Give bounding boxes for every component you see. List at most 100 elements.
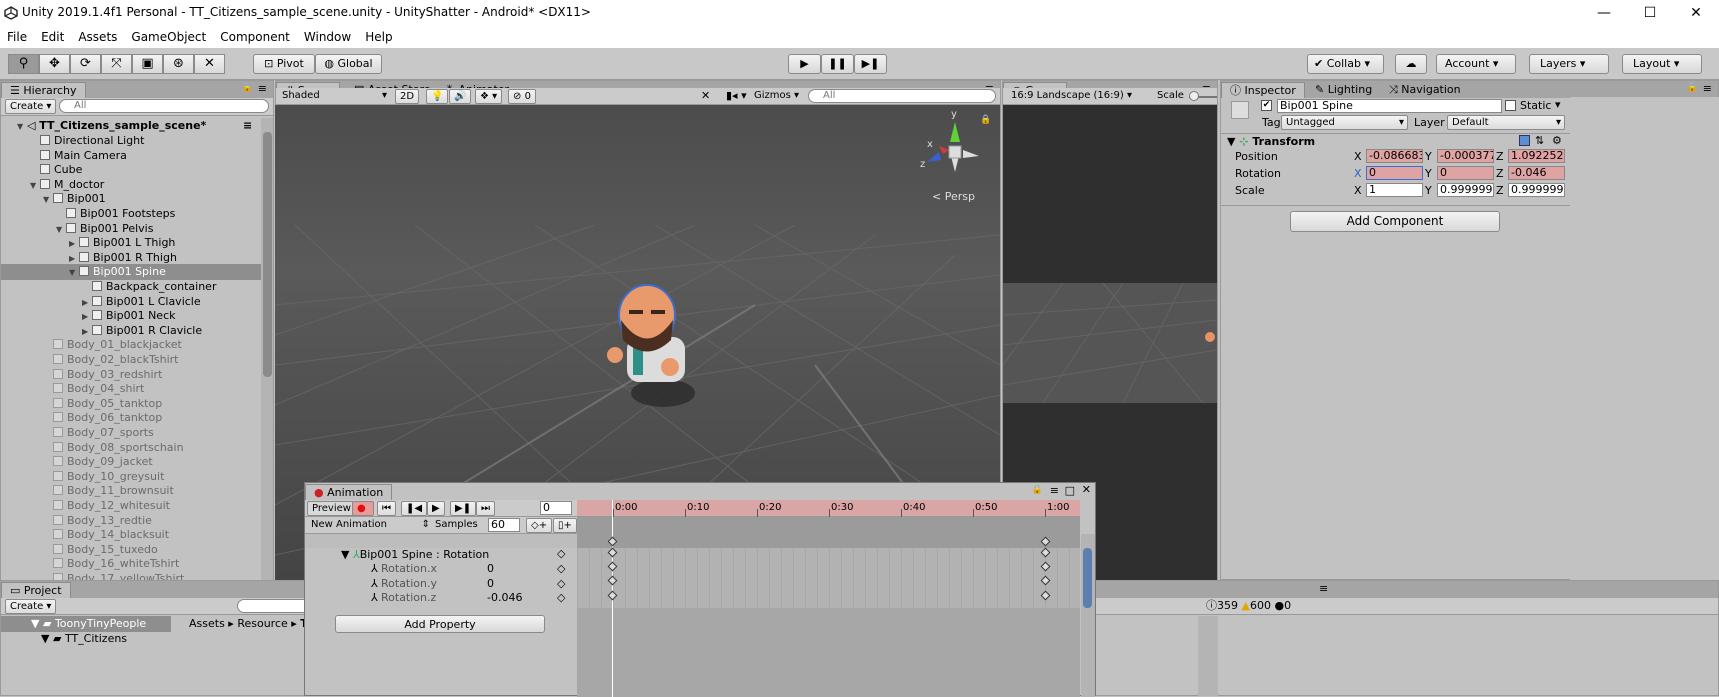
help-book-icon[interactable] [1519,135,1530,146]
close-button[interactable]: ✕ [1673,0,1719,26]
clip-dropdown[interactable]: New Animation ⇕ [307,518,430,533]
project-tree-subitem[interactable]: ▼ ▰ TT_Citizens [41,632,127,646]
scale-x-input[interactable]: 1 [1366,183,1423,197]
position-x-input[interactable]: -0.086683 [1366,149,1423,163]
keyframe-toggle-icon[interactable]: ◇ [557,547,565,560]
hierarchy-item-body-05-tanktop[interactable]: Body_05_tanktop [1,396,261,412]
hierarchy-item-bip001-l-thigh[interactable]: ▶ Bip001 L Thigh [1,235,261,251]
hierarchy-item-bip001-l-clavicle[interactable]: ▶ Bip001 L Clavicle [1,294,261,310]
hierarchy-item-body-02-blacktshirt[interactable]: Body_02_blackTshirt [1,352,261,368]
static-dropdown-icon[interactable]: ▾ [1555,98,1561,111]
project-tree-item[interactable]: ▼ ▰ ToonyTinyPeople [1,616,171,632]
tag-dropdown[interactable]: Untagged ▾ [1281,115,1408,130]
global-toggle[interactable]: ◍ Global [315,54,382,74]
lock-icon[interactable]: 🔒 [1687,83,1698,93]
presets-icon[interactable]: ⇅ [1535,134,1544,147]
prev-keyframe-button[interactable]: ❚◀ [401,501,428,516]
hierarchy-item-m-doctor[interactable]: ▼ M_doctor [1,177,261,193]
property-group-row[interactable]: ▼ ⅄Bip001 Spine : Rotation [341,547,489,562]
property-row[interactable]: ⅄ Rotation.z -0.046 ◇ [305,591,577,605]
keyframe-toggle-icon[interactable]: ◇ [557,562,565,576]
hierarchy-item-body-01-blackjacket[interactable]: Body_01_blackjacket [1,337,261,353]
project-create-button[interactable]: Create ▾ [5,599,57,614]
project-scrollbar[interactable] [1198,616,1218,696]
panel-menu-icon[interactable]: ≡ [1050,484,1059,497]
close-icon[interactable]: ✕ [1082,483,1091,496]
lighting-toggle[interactable]: 💡 [426,89,449,104]
rotation-y-input[interactable]: 0 [1437,166,1494,180]
panel-menu-icon[interactable]: ≡ [1319,582,1328,595]
add-event-button[interactable]: ▯+ [553,518,577,533]
maximize-button[interactable]: ☐ [1627,0,1673,26]
layout-dropdown[interactable]: Layout ▾ [1622,54,1702,74]
record-button[interactable]: ● [352,501,374,516]
log-count[interactable]: 359 [1217,599,1238,612]
position-y-input[interactable]: -0.000377 [1437,149,1494,163]
lock-icon[interactable]: 🔒 [1032,485,1043,495]
camera-icon[interactable]: ▮◂ ▾ [726,89,747,102]
static-checkbox[interactable] [1505,100,1516,111]
active-checkbox[interactable]: ✔ [1261,100,1272,111]
hierarchy-item-body-04-shirt[interactable]: Body_04_shirt [1,381,261,397]
scale-z-input[interactable]: 0.9999999 [1508,183,1565,197]
gizmo-lock-icon[interactable]: 🔒 [980,115,991,125]
panel-menu-icon[interactable]: ≡ [1703,82,1712,95]
menu-assets[interactable]: Assets [71,26,124,48]
layers-dropdown[interactable]: Layers ▾ [1529,54,1609,74]
samples-input[interactable]: 60 [488,518,520,532]
summary-keyframe-row[interactable] [577,534,1080,548]
menu-component[interactable]: Component [213,26,297,48]
rotate-tool-button[interactable]: ⟳ [70,54,101,74]
tab-animation[interactable]: ● Animation [305,484,393,501]
menu-file[interactable]: File [0,26,34,48]
add-component-button[interactable]: Add Component [1290,211,1500,232]
projection-toggle[interactable]: < Persp [932,190,975,203]
2d-toggle[interactable]: 2D [395,89,420,104]
hierarchy-item-body-12-whitesuit[interactable]: Body_12_whitesuit [1,498,261,514]
hierarchy-item-bip001-neck[interactable]: ▶ Bip001 Neck [1,308,261,324]
timeline-event-row[interactable] [577,517,1080,534]
shading-mode-dropdown[interactable]: Shaded ▾ [278,89,390,104]
pivot-toggle[interactable]: ⊡ Pivot [253,54,315,74]
last-keyframe-button[interactable]: ⏭ [476,501,495,516]
preview-toggle[interactable]: Preview [307,501,356,516]
hierarchy-scroll-thumb[interactable] [263,132,272,377]
maximize-icon[interactable]: □ [1065,484,1075,497]
rect-tool-button[interactable]: ▣ [132,54,163,74]
rotation-z-input[interactable]: -0.046 [1508,166,1565,180]
scene-search-input[interactable]: All [808,89,996,103]
animation-scrollbar[interactable] [1081,534,1095,697]
timeline-ruler[interactable]: 0:00 0:10 0:20 0:30 0:40 0:50 1:00 [577,500,1080,517]
hierarchy-item-bip001-footsteps[interactable]: Bip001 Footsteps [1,206,261,222]
scale-slider-thumb[interactable] [1189,91,1199,101]
warning-count[interactable]: 600 [1250,599,1271,612]
scene-root-row[interactable]: ▼ ◁ TT_Citizens_sample_scene* ≡ [1,118,261,134]
audio-toggle[interactable]: 🔊 [449,89,472,104]
next-keyframe-button[interactable]: ▶❚ [450,501,477,516]
hierarchy-item-main-camera[interactable]: Main Camera [1,148,261,164]
menu-help[interactable]: Help [358,26,399,48]
rotation-x-input[interactable]: 0 [1366,166,1423,180]
hierarchy-item-body-06-tanktop[interactable]: Body_06_tanktop [1,410,261,426]
property-value[interactable]: 0 [487,577,494,591]
hand-tool-button[interactable]: ⚲ [8,54,39,74]
hierarchy-item-cube[interactable]: Cube [1,162,261,178]
hierarchy-item-body-11-brownsuit[interactable]: Body_11_brownsuit [1,483,261,499]
tools-icon[interactable]: ✕ [701,89,710,102]
custom-tool-button[interactable]: ✕ [194,54,225,74]
animation-scroll-thumb[interactable] [1083,548,1092,608]
tab-lighting[interactable]: ✎ Lighting [1307,82,1381,98]
play-button[interactable]: ▶ [788,54,821,74]
panel-menu-icon[interactable]: ≡ [258,82,267,95]
hierarchy-create-button[interactable]: Create ▾ [5,99,57,114]
effects-dropdown[interactable]: ❖ ▾ [475,89,503,104]
gizmos-dropdown[interactable]: Gizmos ▾ [754,90,799,101]
tab-inspector[interactable]: ⓘ Inspector [1221,82,1305,98]
first-keyframe-button[interactable]: ⏮ [377,501,396,516]
account-dropdown[interactable]: Account ▾ [1436,54,1516,74]
frame-input[interactable]: 0 [540,501,572,515]
minimize-button[interactable]: — [1581,0,1627,26]
scale-tool-button[interactable]: ⤧ [101,54,132,74]
hierarchy-item-bip001-spine[interactable]: ▼ Bip001 Spine [1,264,261,281]
orientation-gizmo[interactable] [915,110,985,185]
